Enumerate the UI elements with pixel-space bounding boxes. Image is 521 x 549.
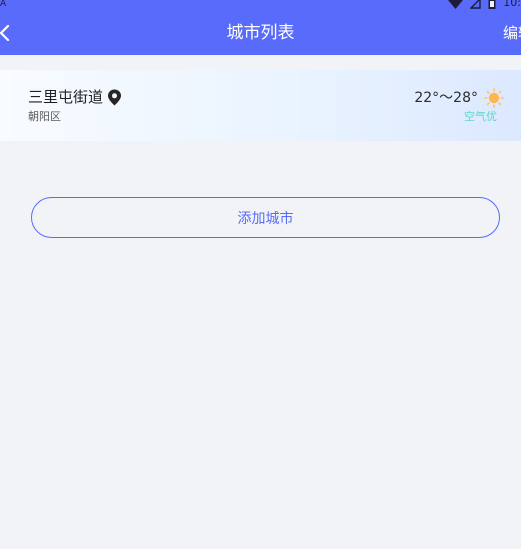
temperature-range: 22°～28° <box>414 90 478 106</box>
edit-button[interactable]: 编辑 <box>503 23 521 43</box>
add-city-button[interactable]: 添加城市 <box>31 197 500 238</box>
wifi-icon <box>448 0 463 9</box>
battery-icon <box>488 0 496 9</box>
sun-icon <box>484 88 504 108</box>
location-pin-icon <box>108 89 121 106</box>
city-name: 三里屯街道 <box>28 88 104 106</box>
status-notification-icon: A <box>0 0 7 9</box>
city-list-item[interactable]: 三里屯街道 朝阳区 22°～28° 空气优 <box>0 70 521 141</box>
page-title: 城市列表 <box>226 23 295 43</box>
status-icons: 10: <box>448 0 521 9</box>
status-bar: A 10: <box>0 0 521 10</box>
district-label: 朝阳区 <box>28 110 61 123</box>
air-quality-label: 空气优 <box>464 110 497 123</box>
status-time: 10: <box>503 0 521 9</box>
signal-icon <box>470 0 481 9</box>
app-bar: 城市列表 编辑 <box>0 10 521 55</box>
